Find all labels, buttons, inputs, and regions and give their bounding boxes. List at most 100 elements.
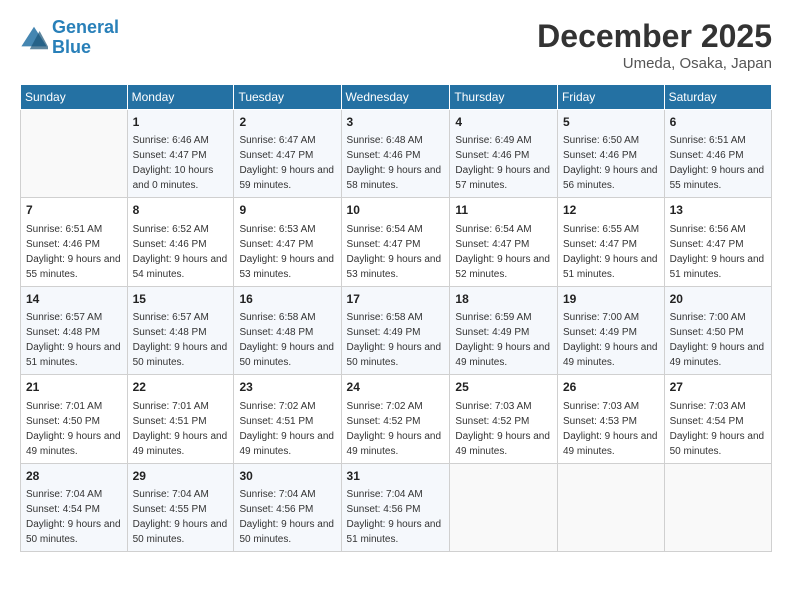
day-info: Sunrise: 7:02 AMSunset: 4:51 PMDaylight:… (239, 399, 335, 459)
day-info: Sunrise: 6:59 AMSunset: 4:49 PMDaylight:… (455, 310, 552, 370)
calendar-cell: 24Sunrise: 7:02 AMSunset: 4:52 PMDayligh… (341, 375, 450, 463)
calendar-cell: 7 Sunrise: 6:51 AMSunset: 4:46 PMDaylight… (21, 198, 128, 286)
calendar-cell (664, 463, 771, 551)
day-info: Sunrise: 6:57 AMSunset: 4:48 PMDaylight:… (133, 310, 229, 370)
day-number: 5 (563, 114, 659, 131)
calendar-week-3: 14 Sunrise: 6:57 AMSunset: 4:48 PMDayligh… (21, 286, 772, 374)
day-info: Sunrise: 6:57 AMSunset: 4:48 PMDaylight:… (26, 310, 122, 370)
logo-icon (20, 24, 48, 52)
calendar-cell (450, 463, 558, 551)
calendar-cell: 31Sunrise: 7:04 AMSunset: 4:56 PMDayligh… (341, 463, 450, 551)
header-monday: Monday (127, 85, 234, 110)
day-number: 2 (239, 114, 335, 131)
day-number: 10 (347, 202, 445, 219)
calendar-cell: 6 Sunrise: 6:51 AMSunset: 4:46 PMDaylight… (664, 110, 771, 198)
day-number: 4 (455, 114, 552, 131)
calendar-cell: 28 Sunrise: 7:04 AMSunset: 4:54 PMDayligh… (21, 463, 128, 551)
day-number: 6 (670, 114, 766, 131)
day-info: Sunrise: 7:02 AMSunset: 4:52 PMDaylight:… (347, 399, 445, 459)
calendar-cell: 5 Sunrise: 6:50 AMSunset: 4:46 PMDaylight… (557, 110, 664, 198)
calendar-cell: 17 Sunrise: 6:58 AMSunset: 4:49 PMDayligh… (341, 286, 450, 374)
day-number: 19 (563, 291, 659, 308)
day-info: Sunrise: 7:01 AMSunset: 4:51 PMDaylight:… (133, 399, 229, 459)
day-info: Sunrise: 6:50 AMSunset: 4:46 PMDaylight:… (563, 133, 659, 193)
calendar-cell: 23Sunrise: 7:02 AMSunset: 4:51 PMDayligh… (234, 375, 341, 463)
day-number: 17 (347, 291, 445, 308)
day-info: Sunrise: 6:54 AMSunset: 4:47 PMDaylight:… (455, 222, 552, 282)
day-info: Sunrise: 7:04 AMSunset: 4:56 PMDaylight:… (239, 487, 335, 547)
day-number: 26 (563, 379, 659, 396)
day-number: 29 (133, 468, 229, 485)
day-info: Sunrise: 7:00 AMSunset: 4:50 PMDaylight:… (670, 310, 766, 370)
day-number: 20 (670, 291, 766, 308)
day-number: 31 (347, 468, 445, 485)
calendar-cell (21, 110, 128, 198)
calendar-cell: 30 Sunrise: 7:04 AMSunset: 4:56 PMDayligh… (234, 463, 341, 551)
calendar-week-2: 7 Sunrise: 6:51 AMSunset: 4:46 PMDaylight… (21, 198, 772, 286)
header-saturday: Saturday (664, 85, 771, 110)
day-info: Sunrise: 6:51 AMSunset: 4:46 PMDaylight:… (670, 133, 766, 193)
calendar-cell: 2 Sunrise: 6:47 AMSunset: 4:47 PMDaylight… (234, 110, 341, 198)
calendar-cell: 3 Sunrise: 6:48 AMSunset: 4:46 PMDaylight… (341, 110, 450, 198)
day-info: Sunrise: 6:55 AMSunset: 4:47 PMDaylight:… (563, 222, 659, 282)
day-info: Sunrise: 6:48 AMSunset: 4:46 PMDaylight:… (347, 133, 445, 193)
calendar-week-4: 21 Sunrise: 7:01 AMSunset: 4:50 PMDayligh… (21, 375, 772, 463)
calendar-cell: 11 Sunrise: 6:54 AMSunset: 4:47 PMDayligh… (450, 198, 558, 286)
calendar-cell: 25Sunrise: 7:03 AMSunset: 4:52 PMDayligh… (450, 375, 558, 463)
header-sunday: Sunday (21, 85, 128, 110)
day-info: Sunrise: 6:46 AMSunset: 4:47 PMDaylight:… (133, 133, 229, 193)
day-number: 9 (239, 202, 335, 219)
day-info: Sunrise: 7:03 AMSunset: 4:52 PMDaylight:… (455, 399, 552, 459)
logo-line2: Blue (52, 37, 91, 57)
day-number: 11 (455, 202, 552, 219)
calendar-cell: 13Sunrise: 6:56 AMSunset: 4:47 PMDayligh… (664, 198, 771, 286)
day-info: Sunrise: 6:49 AMSunset: 4:46 PMDaylight:… (455, 133, 552, 193)
day-number: 7 (26, 202, 122, 219)
title-block: December 2025 Umeda, Osaka, Japan (537, 18, 772, 72)
days-header-row: Sunday Monday Tuesday Wednesday Thursday… (21, 85, 772, 110)
location: Umeda, Osaka, Japan (537, 55, 772, 72)
day-info: Sunrise: 6:58 AMSunset: 4:48 PMDaylight:… (239, 310, 335, 370)
day-number: 12 (563, 202, 659, 219)
day-info: Sunrise: 7:03 AMSunset: 4:53 PMDaylight:… (563, 399, 659, 459)
day-number: 14 (26, 291, 122, 308)
day-number: 13 (670, 202, 766, 219)
day-info: Sunrise: 7:00 AMSunset: 4:49 PMDaylight:… (563, 310, 659, 370)
calendar-cell: 27Sunrise: 7:03 AMSunset: 4:54 PMDayligh… (664, 375, 771, 463)
calendar-cell: 4 Sunrise: 6:49 AMSunset: 4:46 PMDaylight… (450, 110, 558, 198)
calendar-cell: 15 Sunrise: 6:57 AMSunset: 4:48 PMDayligh… (127, 286, 234, 374)
day-number: 16 (239, 291, 335, 308)
day-info: Sunrise: 6:58 AMSunset: 4:49 PMDaylight:… (347, 310, 445, 370)
day-number: 22 (133, 379, 229, 396)
header-thursday: Thursday (450, 85, 558, 110)
calendar-cell: 21 Sunrise: 7:01 AMSunset: 4:50 PMDayligh… (21, 375, 128, 463)
day-info: Sunrise: 6:52 AMSunset: 4:46 PMDaylight:… (133, 222, 229, 282)
day-number: 3 (347, 114, 445, 131)
day-number: 21 (26, 379, 122, 396)
logo: General Blue (20, 18, 119, 58)
day-number: 28 (26, 468, 122, 485)
calendar-week-5: 28 Sunrise: 7:04 AMSunset: 4:54 PMDayligh… (21, 463, 772, 551)
month-title: December 2025 (537, 18, 772, 55)
day-info: Sunrise: 6:54 AMSunset: 4:47 PMDaylight:… (347, 222, 445, 282)
day-info: Sunrise: 6:47 AMSunset: 4:47 PMDaylight:… (239, 133, 335, 193)
calendar-cell: 29 Sunrise: 7:04 AMSunset: 4:55 PMDayligh… (127, 463, 234, 551)
calendar-cell: 10 Sunrise: 6:54 AMSunset: 4:47 PMDayligh… (341, 198, 450, 286)
day-number: 15 (133, 291, 229, 308)
header-wednesday: Wednesday (341, 85, 450, 110)
calendar-cell: 26 Sunrise: 7:03 AMSunset: 4:53 PMDayligh… (557, 375, 664, 463)
day-info: Sunrise: 6:51 AMSunset: 4:46 PMDaylight:… (26, 222, 122, 282)
calendar-cell: 8Sunrise: 6:52 AMSunset: 4:46 PMDaylight… (127, 198, 234, 286)
page-header: General Blue December 2025 Umeda, Osaka,… (20, 18, 772, 72)
calendar-cell: 14 Sunrise: 6:57 AMSunset: 4:48 PMDayligh… (21, 286, 128, 374)
day-number: 30 (239, 468, 335, 485)
day-info: Sunrise: 6:53 AMSunset: 4:47 PMDaylight:… (239, 222, 335, 282)
day-info: Sunrise: 7:04 AMSunset: 4:54 PMDaylight:… (26, 487, 122, 547)
calendar-cell: 19 Sunrise: 7:00 AMSunset: 4:49 PMDayligh… (557, 286, 664, 374)
day-number: 1 (133, 114, 229, 131)
day-info: Sunrise: 7:01 AMSunset: 4:50 PMDaylight:… (26, 399, 122, 459)
day-info: Sunrise: 7:04 AMSunset: 4:55 PMDaylight:… (133, 487, 229, 547)
calendar-cell: 16 Sunrise: 6:58 AMSunset: 4:48 PMDayligh… (234, 286, 341, 374)
page-container: General Blue December 2025 Umeda, Osaka,… (0, 0, 792, 562)
calendar-cell: 12 Sunrise: 6:55 AMSunset: 4:47 PMDayligh… (557, 198, 664, 286)
